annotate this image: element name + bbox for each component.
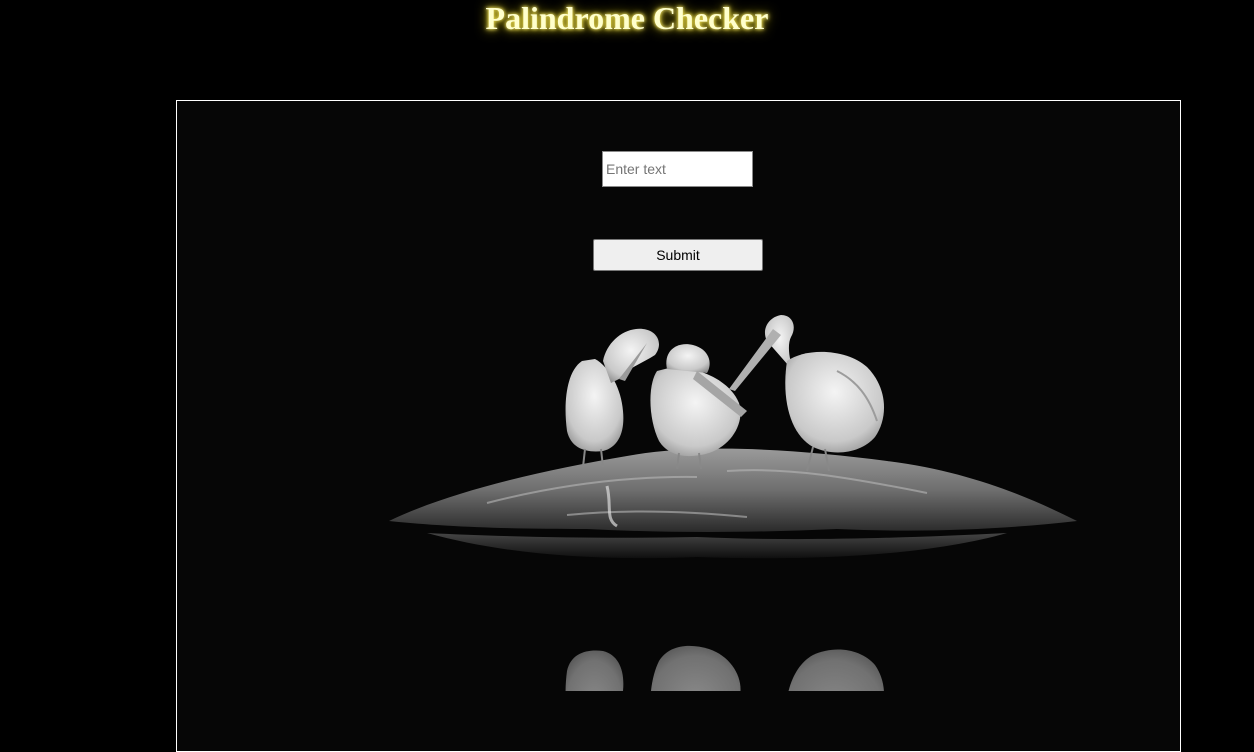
page-title: Palindrome Checker <box>485 0 769 36</box>
submit-button[interactable]: Submit <box>593 239 763 271</box>
pelicans-image <box>389 315 1077 691</box>
checker-panel: Submit <box>176 100 1181 752</box>
text-input[interactable] <box>602 151 753 187</box>
